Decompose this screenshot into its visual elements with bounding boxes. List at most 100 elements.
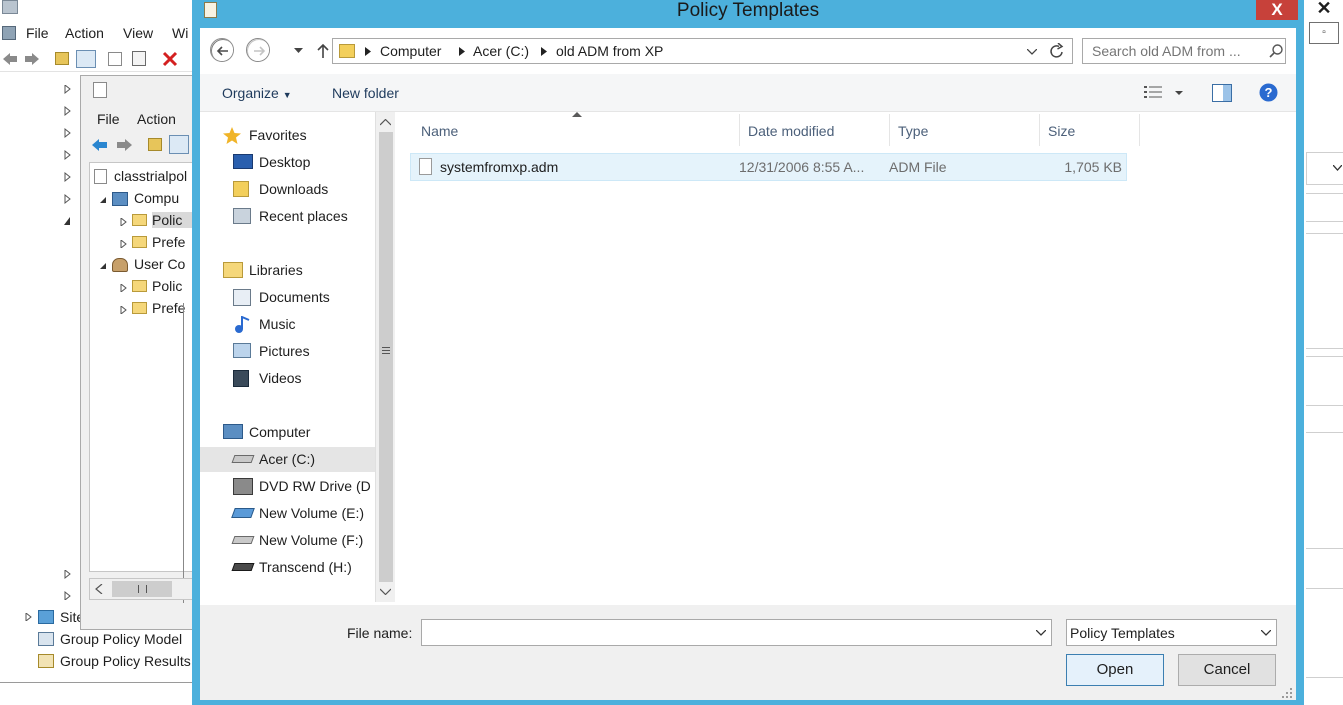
column-header-date-modified[interactable]: Date modified <box>740 114 890 146</box>
address-input[interactable]: Computer Acer (C:) old ADM from XP <box>332 38 1073 64</box>
resize-grip-icon[interactable] <box>1282 688 1292 698</box>
expand-icon[interactable] <box>120 218 127 226</box>
nav-libraries[interactable]: Libraries <box>200 258 375 283</box>
scroll-up-icon[interactable] <box>380 119 391 126</box>
collapse-icon[interactable] <box>100 197 107 204</box>
menu-file[interactable]: File <box>97 111 120 127</box>
nav-music[interactable]: Music <box>200 312 375 337</box>
breadcrumb-chevron-icon[interactable] <box>459 47 465 56</box>
nav-drive-h[interactable]: Transcend (H:) <box>200 555 375 580</box>
tree-item-group-policy-results[interactable]: Group Policy Results <box>60 653 191 669</box>
app-icon <box>2 0 18 14</box>
navigation-scrollbar[interactable] <box>375 112 395 602</box>
tree-expand-icons-lower[interactable] <box>64 570 72 600</box>
up-folder-icon[interactable] <box>55 52 69 65</box>
recent-locations-chevron-icon[interactable] <box>294 48 303 54</box>
expand-icon[interactable] <box>120 306 127 314</box>
nav-desktop[interactable]: Desktop <box>200 150 375 175</box>
dialog-titlebar[interactable]: Policy Templates X <box>192 0 1304 26</box>
file-date-modified: 12/31/2006 8:55 A... <box>739 159 865 175</box>
organize-button[interactable]: Organize ▼ <box>222 85 292 101</box>
menu-view[interactable]: View <box>123 25 153 41</box>
nav-videos[interactable]: Videos <box>200 366 375 391</box>
back-button[interactable] <box>210 38 234 62</box>
nav-drive-e[interactable]: New Volume (E:) <box>200 501 375 526</box>
nav-drive-c[interactable]: Acer (C:) <box>200 447 375 472</box>
change-view-icon[interactable] <box>1144 85 1164 101</box>
scroll-left-icon[interactable] <box>95 584 103 594</box>
nav-drive-f[interactable]: New Volume (F:) <box>200 528 375 553</box>
chevron-down-icon[interactable] <box>1261 630 1271 636</box>
collapse-icon[interactable] <box>100 263 107 270</box>
tree-item-user-config[interactable]: User Co <box>134 256 185 272</box>
file-row[interactable]: systemfromxp.adm 12/31/2006 8:55 A... AD… <box>410 153 1127 181</box>
tree-item-root[interactable]: classtrialpol <box>114 168 187 184</box>
nav-recent-places[interactable]: Recent places <box>200 204 375 229</box>
dialog-title: Policy Templates <box>676 0 820 21</box>
tree-item-group-policy-modeling[interactable]: Group Policy Model <box>60 631 182 647</box>
tree-item-computer-config[interactable]: Compu <box>134 190 179 206</box>
delete-icon[interactable] <box>162 51 178 67</box>
tree-item-user-policies[interactable]: Polic <box>152 278 182 294</box>
background-close-icon[interactable]: ✕ <box>1305 0 1343 18</box>
column-header-size[interactable]: Size <box>1040 114 1140 146</box>
nav-computer[interactable]: Computer <box>200 420 375 445</box>
new-folder-button[interactable]: New folder <box>332 85 399 101</box>
view-options-chevron-icon[interactable] <box>1175 91 1183 96</box>
menu-action[interactable]: Action <box>137 111 176 127</box>
show-tree-icon[interactable] <box>169 135 189 154</box>
address-history-chevron-icon[interactable] <box>1027 49 1037 55</box>
command-bar: Organize ▼ New folder ? <box>200 74 1296 112</box>
scroll-thumb[interactable] <box>379 132 393 582</box>
file-type-select[interactable]: Policy Templates <box>1066 619 1277 646</box>
star-icon <box>223 127 241 144</box>
background-menubar: File Action View Wi <box>0 20 200 46</box>
tree-item-user-preferences[interactable]: Prefe <box>152 300 185 316</box>
breadcrumb-chevron-icon[interactable] <box>541 47 547 56</box>
nav-pictures[interactable]: Pictures <box>200 339 375 364</box>
downloads-icon <box>233 181 249 197</box>
file-name-input[interactable] <box>421 619 1052 646</box>
show-tree-icon[interactable] <box>76 50 96 68</box>
chevron-down-icon[interactable] <box>1036 630 1046 636</box>
search-box[interactable] <box>1082 38 1286 64</box>
breadcrumb-drive[interactable]: Acer (C:) <box>473 43 529 59</box>
nav-documents[interactable]: Documents <box>200 285 375 310</box>
help-icon[interactable]: ? <box>1259 83 1278 102</box>
back-forward-icon[interactable] <box>2 52 40 66</box>
paste-icon[interactable] <box>132 51 146 66</box>
breadcrumb-computer[interactable]: Computer <box>380 43 441 59</box>
breadcrumb-chevron-icon[interactable] <box>365 47 371 56</box>
column-header-name[interactable]: Name <box>413 114 740 146</box>
tree-item-computer-preferences[interactable]: Prefe <box>152 234 185 250</box>
tree-expand-icons[interactable] <box>64 85 72 235</box>
horizontal-scrollbar[interactable] <box>89 578 196 600</box>
copy-icon[interactable] <box>108 52 122 66</box>
menu-action[interactable]: Action <box>65 25 104 41</box>
refresh-icon[interactable] <box>1049 43 1065 60</box>
column-header-type[interactable]: Type <box>890 114 1040 146</box>
breadcrumb-folder[interactable]: old ADM from XP <box>556 43 663 59</box>
close-button[interactable]: X <box>1256 0 1298 20</box>
up-folder-icon[interactable] <box>148 138 162 151</box>
organize-label: Organize <box>222 85 279 101</box>
drive-icon <box>231 455 255 463</box>
scroll-down-icon[interactable] <box>380 588 391 595</box>
preview-pane-icon[interactable] <box>1212 84 1232 102</box>
nav-downloads[interactable]: Downloads <box>200 177 375 202</box>
open-button[interactable]: Open <box>1066 654 1164 686</box>
search-input[interactable] <box>1092 43 1252 59</box>
cancel-button[interactable]: Cancel <box>1178 654 1276 686</box>
forward-button[interactable] <box>246 38 270 62</box>
expand-icon[interactable] <box>120 284 127 292</box>
sites-expand-icon[interactable] <box>25 613 33 621</box>
right-panel-dropdown[interactable] <box>1306 152 1343 185</box>
menu-file[interactable]: File <box>26 25 49 41</box>
nav-drive-d[interactable]: DVD RW Drive (D <box>200 474 375 499</box>
menu-window[interactable]: Wi <box>172 25 188 41</box>
search-icon[interactable] <box>1269 44 1283 58</box>
expand-icon[interactable] <box>120 240 127 248</box>
nav-favorites[interactable]: Favorites <box>200 123 375 148</box>
up-button[interactable] <box>317 43 329 59</box>
back-forward-icon[interactable] <box>91 138 133 152</box>
